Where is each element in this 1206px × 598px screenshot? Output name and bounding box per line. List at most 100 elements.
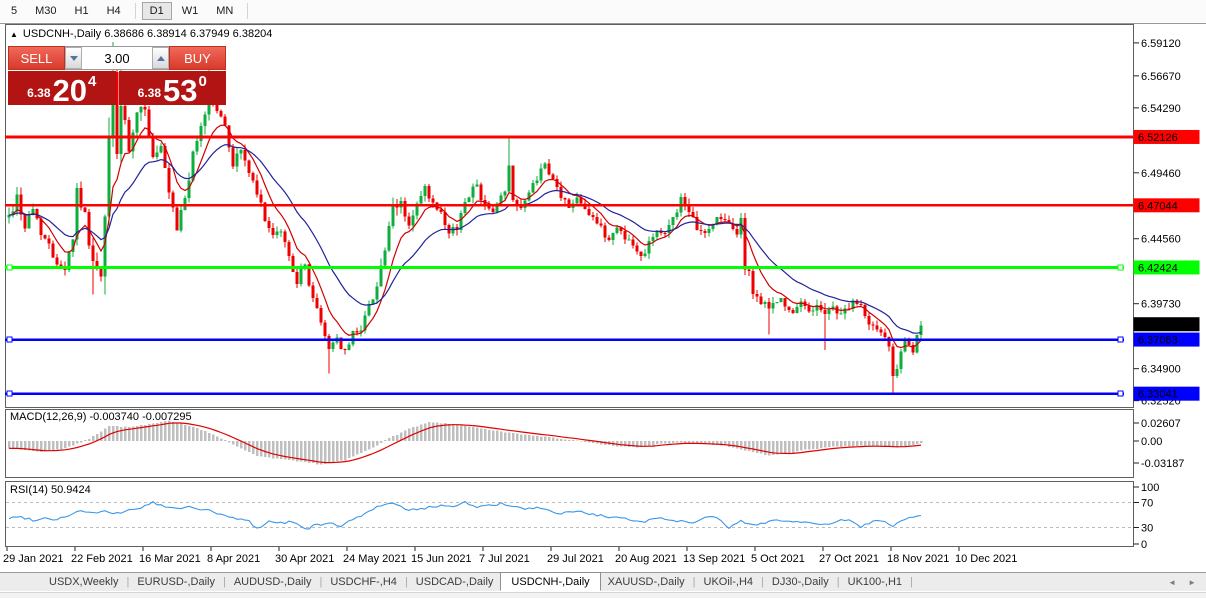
sell-button[interactable]: SELL — [8, 46, 65, 70]
hline-6.42424[interactable] — [5, 264, 1124, 271]
chart-tab-eurusd-[interactable]: EURUSD-,Daily — [130, 574, 222, 590]
macd-bar — [571, 439, 575, 441]
buy-price-display[interactable]: 6.38 53 0 — [118, 71, 226, 108]
candle-body — [315, 297, 319, 308]
macd-bar — [179, 423, 183, 441]
candle-body — [195, 141, 199, 152]
line-handle[interactable] — [6, 336, 13, 343]
tab-scroll-right-icon[interactable]: ► — [1188, 578, 1196, 587]
level-price-label-text: 6.52126 — [1138, 132, 1178, 144]
macd-bar — [751, 441, 755, 452]
candle-body — [123, 106, 127, 120]
candle-body — [507, 165, 511, 192]
candle-body — [787, 306, 791, 311]
date-label: 20 Aug 2021 — [615, 553, 677, 565]
hline-6.37063[interactable] — [5, 336, 1124, 343]
candle-body — [235, 153, 239, 167]
timeframe-button-MN[interactable]: MN — [208, 2, 241, 20]
timeframe-button-H1[interactable]: H1 — [67, 2, 97, 20]
candle-body — [155, 152, 159, 157]
buy-button[interactable]: BUY — [169, 46, 226, 70]
candle-body — [251, 172, 255, 181]
macd-bar — [499, 431, 503, 441]
macd-bar — [583, 441, 587, 443]
line-handle[interactable] — [1117, 336, 1124, 343]
candle-body — [811, 310, 815, 312]
candle-body — [367, 303, 371, 316]
candle-body — [603, 225, 607, 238]
candle-body — [779, 298, 783, 303]
macd-bar — [619, 441, 623, 447]
macd-bar — [731, 441, 735, 448]
chart-tab-usdx[interactable]: USDX,Weekly — [42, 574, 125, 590]
candle-body — [259, 194, 263, 203]
date-axis[interactable]: 29 Jan 2021 22 Feb 2021 16 Mar 2021 8 Apr 2… — [3, 547, 1017, 565]
macd-bar — [795, 441, 799, 452]
candle-body — [591, 214, 595, 217]
line-handle[interactable] — [6, 264, 13, 271]
date-label: 29 Jul 2021 — [547, 553, 604, 565]
volume-increase-button[interactable] — [152, 47, 169, 69]
chart-tab-xauusd-[interactable]: XAUUSD-,Daily — [601, 574, 692, 590]
rsi-axis[interactable]: 100 70 30 0 — [1133, 482, 1160, 551]
volume-decrease-button[interactable] — [65, 47, 82, 69]
rsi-panel-content — [6, 500, 1132, 530]
panel-collapse-icon[interactable]: ▲ — [10, 30, 18, 39]
hline-6.33041[interactable] — [5, 390, 1124, 397]
candle-body — [471, 186, 475, 198]
level-price-label: 6.52126 — [1133, 129, 1200, 144]
candle-body — [699, 230, 703, 232]
candle-body — [867, 316, 871, 325]
buy-price-big: 53 — [163, 72, 198, 108]
rsi-tick-label: 0 — [1141, 539, 1147, 551]
macd-bar — [247, 441, 251, 453]
chart-tab-usdcnh-[interactable]: USDCNH-,Daily — [500, 571, 601, 591]
candle-body — [291, 255, 295, 272]
macd-bar — [423, 423, 427, 441]
chart-tab-uk100-[interactable]: UK100-,H1 — [841, 574, 909, 590]
candle-body — [91, 245, 95, 261]
line-handle[interactable] — [1117, 390, 1124, 397]
macd-bar — [47, 441, 51, 452]
rsi-indicator-label: RSI(14) 50.9424 — [10, 484, 91, 496]
macd-bar — [207, 432, 211, 441]
candle-body — [475, 184, 479, 187]
price-axis[interactable]: 6.59120 6.56670 6.54290 6.49460 6.44560 6.397… — [1133, 38, 1200, 408]
line-handle[interactable] — [6, 390, 13, 397]
sell-price-display[interactable]: 6.38 20 4 — [8, 71, 116, 106]
macd-bar — [447, 423, 451, 441]
date-label: 5 Oct 2021 — [751, 553, 805, 565]
volume-input[interactable]: 3.00 — [82, 47, 152, 69]
candle-body — [179, 210, 183, 231]
macd-bar — [871, 441, 875, 446]
timeframe-button-5[interactable]: 5 — [3, 2, 25, 20]
macd-bar — [655, 441, 659, 445]
timeframe-button-H4[interactable]: H4 — [99, 2, 129, 20]
chart-tab-dj30-[interactable]: DJ30-,Daily — [765, 574, 836, 590]
candle-body — [431, 198, 435, 203]
macd-bar — [115, 426, 119, 441]
timeframe-button-W1[interactable]: W1 — [174, 2, 207, 20]
candle-body — [159, 145, 163, 153]
chart-tab-usdcad-[interactable]: USDCAD-,Daily — [409, 574, 501, 590]
macd-bar — [195, 428, 199, 441]
macd-bar — [587, 441, 591, 443]
rsi-panel-frame — [5, 481, 1134, 547]
macd-axis[interactable]: 0.02607 0.00 -0.03187 — [1133, 418, 1185, 470]
line-handle[interactable] — [1117, 264, 1124, 271]
chart-tab-audusd-[interactable]: AUDUSD-,Daily — [227, 574, 319, 590]
candle-body — [515, 199, 519, 205]
candle-body — [531, 182, 535, 193]
toolbar-separator — [134, 3, 136, 19]
macd-bar — [11, 441, 15, 449]
candle-body — [723, 219, 727, 221]
macd-bar — [879, 441, 883, 447]
candle-body — [35, 208, 39, 219]
tab-scroll-left-icon[interactable]: ◄ — [1168, 578, 1176, 587]
timeframe-button-D1[interactable]: D1 — [141, 2, 172, 20]
macd-bar — [203, 431, 207, 441]
timeframe-button-M30[interactable]: M30 — [27, 2, 64, 20]
chart-tab-usdchf-[interactable]: USDCHF-,H4 — [323, 574, 404, 590]
macd-bar — [555, 438, 559, 441]
chart-tab-ukoil-[interactable]: UKOil-,H4 — [697, 574, 761, 590]
